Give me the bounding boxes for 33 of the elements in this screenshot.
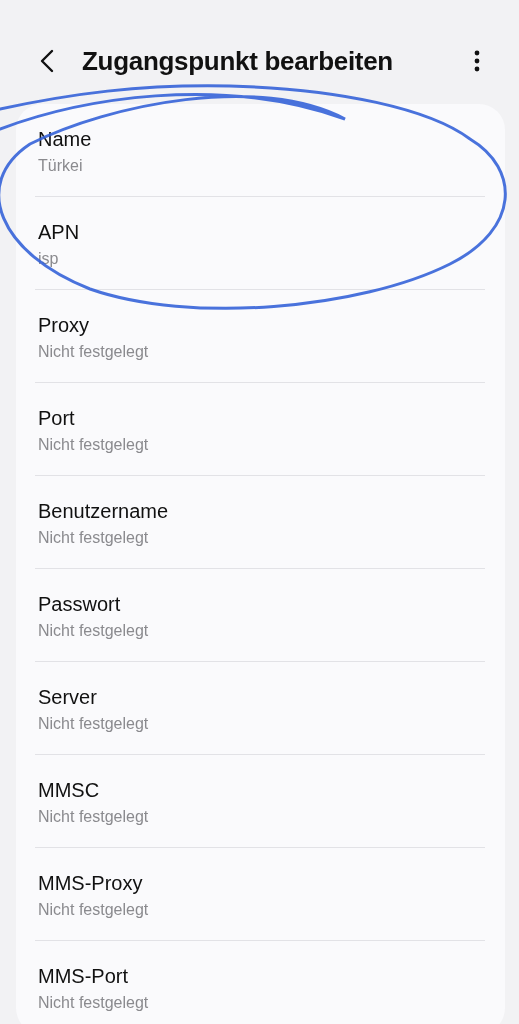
field-value: Nicht festgelegt <box>38 807 150 827</box>
field-label: MMS-Port <box>38 964 129 989</box>
field-label: Benutzername <box>38 499 170 524</box>
page-title: Zugangspunkt bearbeiten <box>82 45 394 77</box>
field-value: Nicht festgelegt <box>38 435 150 455</box>
settings-row[interactable]: Passwort Nicht festgelegt <box>35 569 485 662</box>
settings-row[interactable]: MMS-Proxy Nicht festgelegt <box>35 848 485 941</box>
settings-row[interactable]: Port Nicht festgelegt <box>35 383 485 476</box>
field-value: Nicht festgelegt <box>38 714 150 734</box>
field-value: Nicht festgelegt <box>38 342 150 362</box>
field-label: Server <box>38 685 98 710</box>
field-value: Türkei <box>38 156 84 176</box>
back-icon <box>40 49 54 73</box>
field-value: isp <box>38 249 60 269</box>
field-label: MMSC <box>38 778 101 803</box>
settings-row[interactable]: Proxy Nicht festgelegt <box>35 290 485 383</box>
field-value: Nicht festgelegt <box>38 621 150 641</box>
field-label: Port <box>38 406 76 431</box>
settings-row[interactable]: MMS-Port Nicht festgelegt <box>35 941 485 1024</box>
settings-row[interactable]: Server Nicht festgelegt <box>35 662 485 755</box>
field-label: MMS-Proxy <box>38 871 144 896</box>
field-value: Nicht festgelegt <box>38 528 150 548</box>
field-label: Name <box>38 127 93 152</box>
more-icon <box>474 50 480 72</box>
field-label: APN <box>38 220 81 245</box>
settings-row[interactable]: MMSC Nicht festgelegt <box>35 755 485 848</box>
settings-row[interactable]: Benutzername Nicht festgelegt <box>35 476 485 569</box>
field-label: Passwort <box>38 592 122 617</box>
field-label: Proxy <box>38 313 91 338</box>
settings-row[interactable]: Name Türkei <box>35 104 485 197</box>
field-value: Nicht festgelegt <box>38 900 150 920</box>
field-value: Nicht festgelegt <box>38 993 150 1013</box>
settings-row[interactable]: APN isp <box>35 197 485 290</box>
